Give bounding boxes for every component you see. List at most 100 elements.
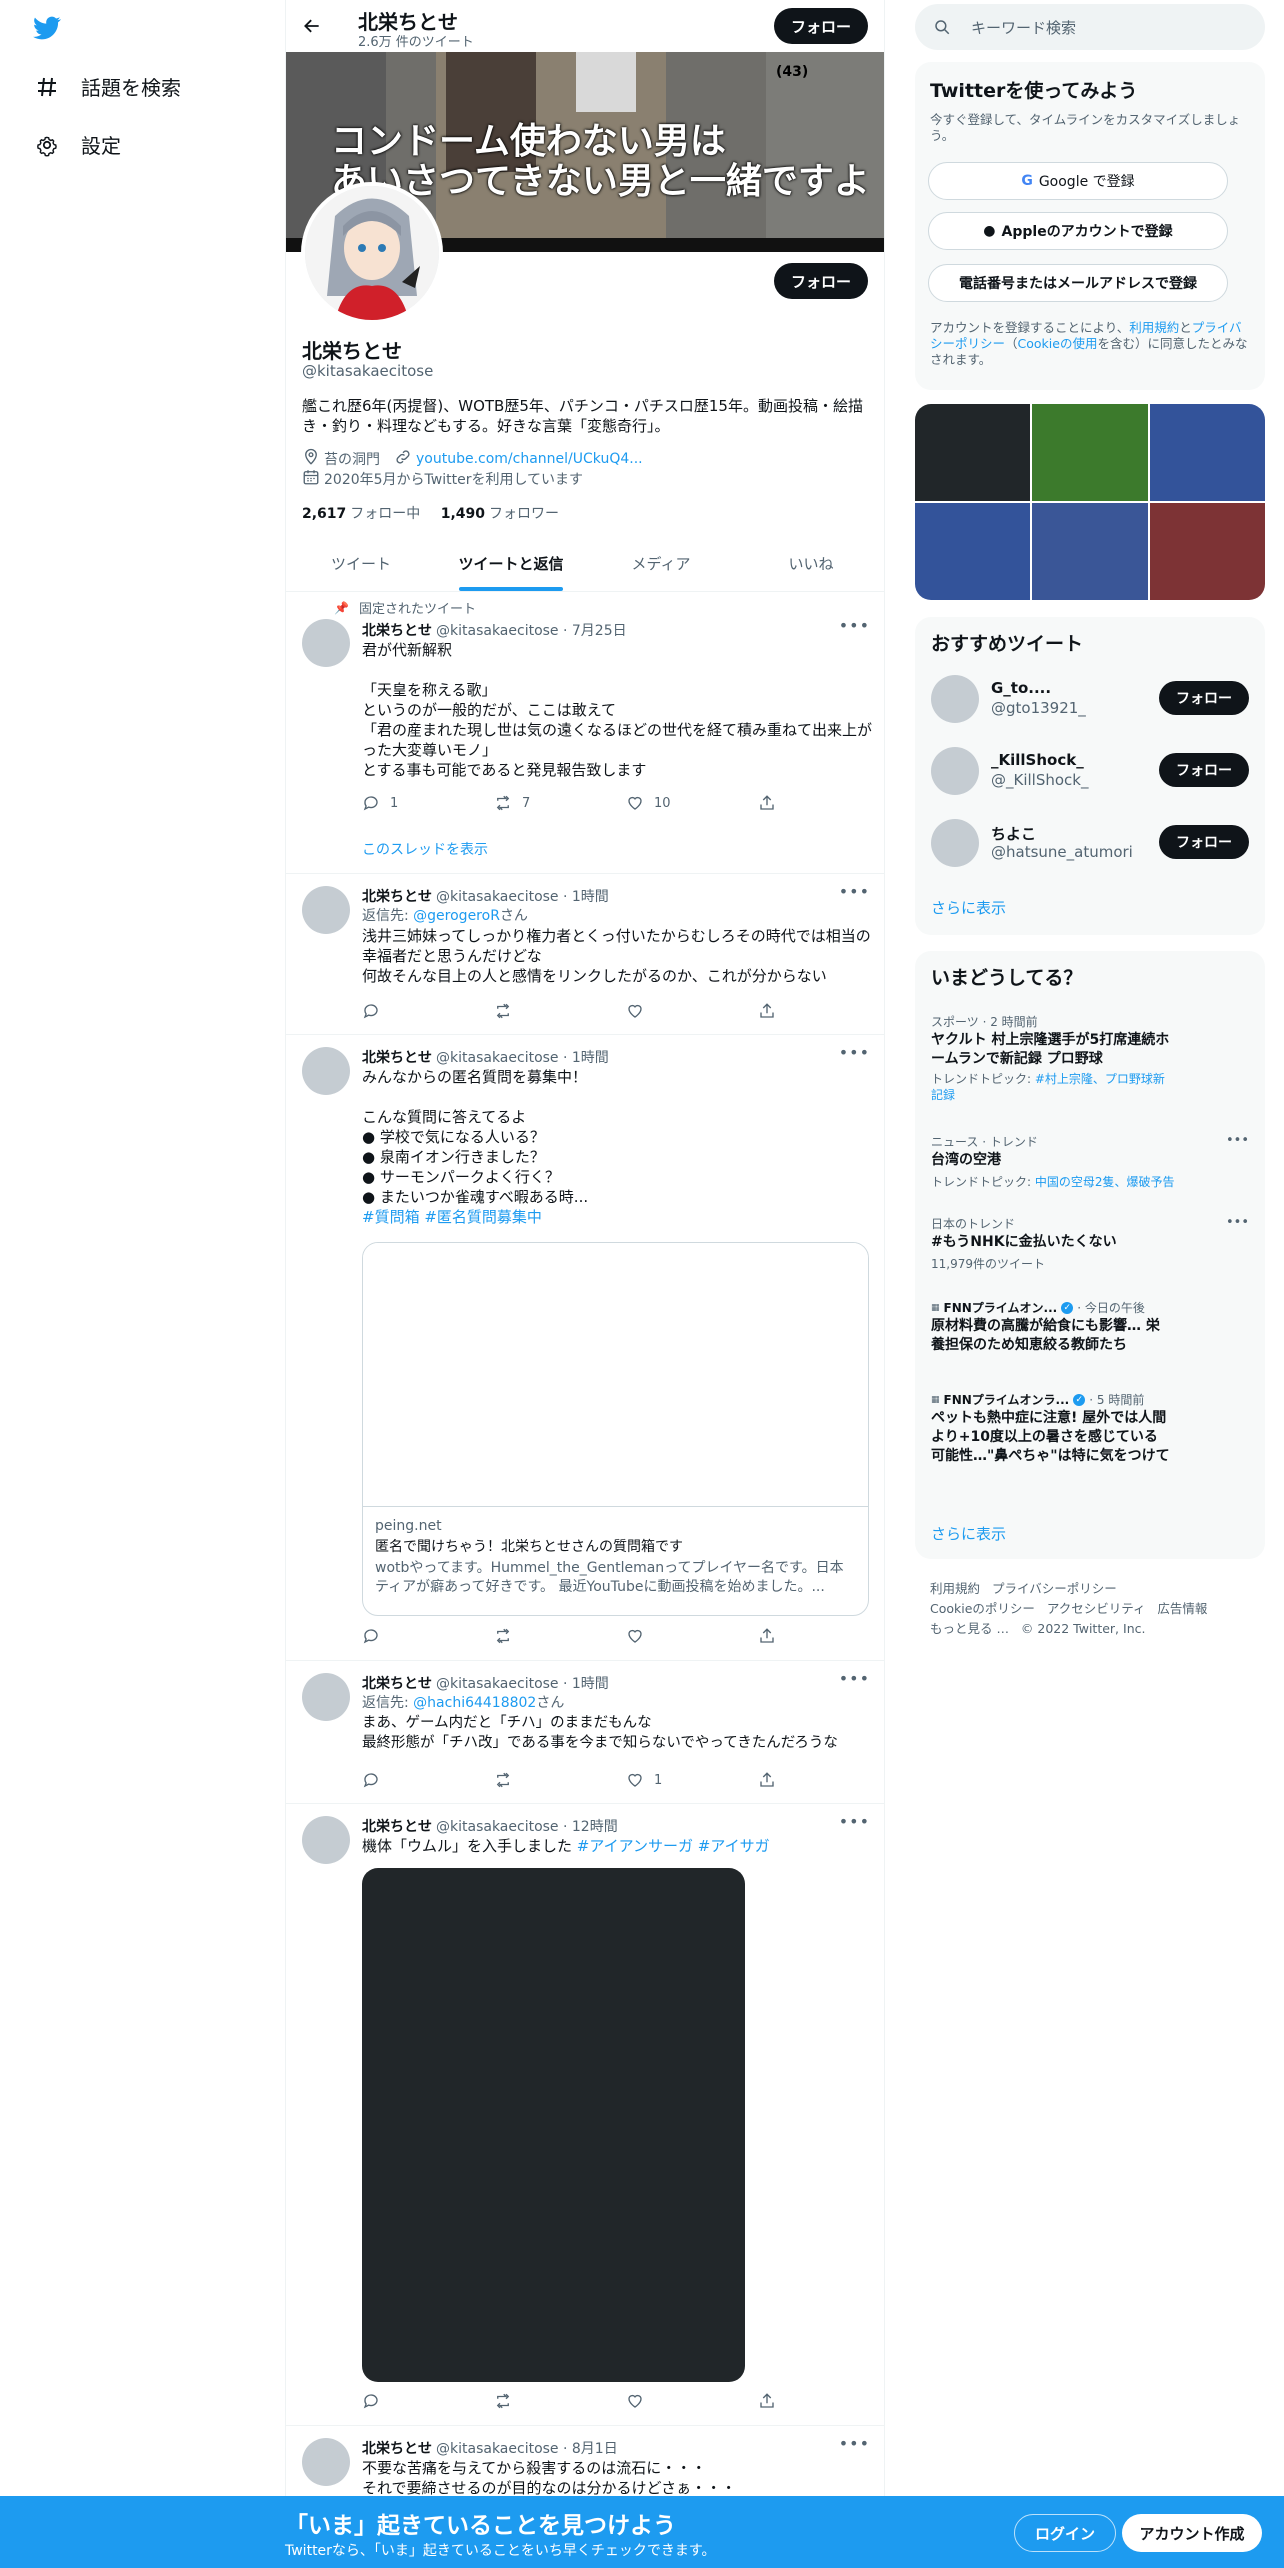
tweet-author-name[interactable]: 北栄ちとせ [362, 889, 432, 905]
share-button[interactable] [758, 1002, 776, 1020]
footer-link[interactable]: 広告情報 [1157, 1601, 1207, 1616]
recommended-user[interactable]: G_to.... @gto13921_ フォロー [915, 675, 1265, 745]
tweet-media-image[interactable] [362, 1868, 745, 2382]
link-card[interactable]: peing.net 匿名で聞けちゃう！北栄ちとせさんの質問箱です wotbやって… [362, 1242, 869, 1616]
media-thumbnail[interactable] [1149, 404, 1265, 501]
footer-link[interactable]: アクセシビリティ [1047, 1601, 1146, 1616]
footer-link[interactable]: もっと見る … [930, 1621, 1009, 1636]
terms-link[interactable]: 利用規約 [1129, 320, 1179, 335]
like-button[interactable]: 10 [626, 794, 671, 812]
tweet-reply-1[interactable]: 北栄ちとせ @kitasakaecitose · 1時間 ••• 返信先: @ge… [286, 874, 884, 1035]
news-item[interactable]: ▦ FNNプライムオン... ✓ · 今日の午後 原材料費の高騰が給食にも影響… 栄養… [915, 1295, 1265, 1375]
share-button[interactable] [758, 2392, 776, 2410]
tweet-time[interactable]: · 1時間 [563, 1676, 609, 1692]
more-icon[interactable]: ••• [839, 616, 870, 635]
media-thumbnail[interactable] [1032, 503, 1148, 600]
footer-link[interactable]: Cookieのポリシー [930, 1601, 1035, 1616]
avatar[interactable] [302, 619, 350, 667]
footer-link[interactable]: プライバシーポリシー [992, 1581, 1117, 1596]
more-icon[interactable]: ••• [1226, 1215, 1249, 1230]
followers-link[interactable]: 1,490 フォロワー [441, 506, 559, 522]
share-button[interactable] [758, 794, 776, 812]
avatar[interactable] [302, 1047, 350, 1095]
retweet-button[interactable] [494, 1771, 512, 1789]
tweet-author-name[interactable]: 北栄ちとせ [362, 623, 432, 639]
tweet-time[interactable]: · 12時間 [563, 1819, 618, 1835]
tweet-time[interactable]: · 1時間 [563, 1050, 609, 1066]
reply-button[interactable]: 1 [362, 794, 398, 812]
follow-button[interactable]: フォロー [1159, 753, 1249, 787]
trend-item[interactable]: 日本のトレンド #もうNHKに金払いたくない 11,979件のツイート ••• [915, 1211, 1265, 1281]
tweet-author-name[interactable]: 北栄ちとせ [362, 1819, 432, 1835]
tweet-question-box[interactable]: 北栄ちとせ @kitasakaecitose · 1時間 ••• みんなからの匿名… [286, 1035, 884, 1661]
search-input[interactable]: キーワード検索 [915, 4, 1265, 50]
avatar[interactable] [302, 1816, 350, 1864]
tweet-time[interactable]: · 8月1日 [563, 2441, 618, 2457]
tab-tweets-and-replies[interactable]: ツイートと返信 [436, 535, 586, 591]
tab-likes[interactable]: いいね [736, 535, 884, 591]
back-arrow-icon[interactable] [296, 10, 328, 42]
avatar[interactable] [302, 1673, 350, 1721]
more-icon[interactable]: ••• [839, 2434, 870, 2453]
recommended-show-more[interactable]: さらに表示 [931, 897, 1006, 918]
tweet-media[interactable]: 北栄ちとせ @kitasakaecitose · 12時間 ••• 機体「ウムル」… [286, 1804, 884, 2426]
more-icon[interactable]: ••• [1226, 1133, 1249, 1148]
media-thumbnail[interactable] [915, 404, 1031, 501]
profile-avatar[interactable] [301, 182, 443, 324]
signup-button[interactable]: アカウント作成 [1122, 2514, 1262, 2552]
like-button[interactable] [626, 1627, 644, 1645]
media-thumbnail[interactable] [1149, 503, 1265, 600]
nav-settings[interactable]: 設定 [33, 130, 121, 159]
tweet-author-name[interactable]: 北栄ちとせ [362, 1050, 432, 1066]
retweet-button[interactable] [494, 1002, 512, 1020]
profile-url-link[interactable]: youtube.com/channel/UCkuQ4... [416, 451, 643, 467]
recommended-user[interactable]: _KillShock_ @_KillShock_ フォロー [915, 747, 1265, 817]
twitter-bird-icon[interactable] [30, 14, 66, 42]
avatar[interactable] [302, 886, 350, 934]
follow-button[interactable]: フォロー [1159, 681, 1249, 715]
like-button[interactable] [626, 1002, 644, 1020]
tweet-author-name[interactable]: 北栄ちとせ [362, 2441, 432, 2457]
like-button[interactable] [626, 2392, 644, 2410]
follow-button[interactable]: フォロー [1159, 825, 1249, 859]
cookie-link[interactable]: Cookieの使用 [1018, 336, 1098, 351]
share-button[interactable] [758, 1627, 776, 1645]
more-icon[interactable]: ••• [839, 882, 870, 901]
apple-signup-button[interactable]: ● Appleのアカウントで登録 [928, 212, 1228, 250]
profile-follow-button[interactable]: フォロー [774, 263, 868, 299]
retweet-button[interactable]: 7 [494, 794, 530, 812]
show-thread-link[interactable]: このスレッドを表示 [362, 839, 488, 859]
tweet-author-name[interactable]: 北栄ちとせ [362, 1676, 432, 1692]
hashtag-links[interactable]: #質問箱 #匿名質問募集中 [362, 1208, 542, 1226]
more-icon[interactable]: ••• [839, 1043, 870, 1062]
tweet-time[interactable]: · 1時間 [563, 889, 609, 905]
trend-item[interactable]: ニュース · トレンド 台湾の空港 トレンドトピック: 中国の空母2隻、爆破予告… [915, 1129, 1265, 1199]
reply-button[interactable] [362, 1002, 380, 1020]
trends-show-more[interactable]: さらに表示 [931, 1523, 1006, 1544]
tab-media[interactable]: メディア [586, 535, 736, 591]
tab-tweets[interactable]: ツイート [286, 535, 436, 591]
header-follow-button[interactable]: フォロー [774, 8, 868, 44]
reply-button[interactable] [362, 2392, 380, 2410]
login-button[interactable]: ログイン [1014, 2514, 1116, 2552]
footer-link[interactable]: 利用規約 [930, 1581, 980, 1596]
reply-to-user-link[interactable]: @hachi64418802 [413, 1695, 536, 1711]
retweet-button[interactable] [494, 1627, 512, 1645]
media-thumbnail[interactable] [915, 503, 1031, 600]
retweet-button[interactable] [494, 2392, 512, 2410]
more-icon[interactable]: ••• [839, 1812, 870, 1831]
reply-to-user-link[interactable]: @gerogeroR [413, 908, 500, 924]
tweet-time[interactable]: · 7月25日 [563, 623, 627, 639]
reply-button[interactable] [362, 1627, 380, 1645]
share-button[interactable] [758, 1771, 776, 1789]
tweet-pinned[interactable]: 📌 固定されたツイート 北栄ちとせ @kitasakaecitose · 7月25… [286, 592, 884, 874]
hashtag-links[interactable]: #アイアンサーガ #アイサガ [577, 1837, 770, 1855]
tweet-reply-2[interactable]: 北栄ちとせ @kitasakaecitose · 1時間 ••• 返信先: @ha… [286, 1661, 884, 1804]
trend-sub-links[interactable]: 中国の空母2隻、爆破予告 [1035, 1175, 1175, 1189]
nav-explore[interactable]: 話題を検索 [33, 72, 181, 101]
google-signup-button[interactable]: G Google で登録 [928, 162, 1228, 200]
reply-button[interactable] [362, 1771, 380, 1789]
media-thumbnail[interactable] [1032, 404, 1148, 501]
following-link[interactable]: 2,617 フォロー中 [302, 506, 420, 522]
more-icon[interactable]: ••• [839, 1669, 870, 1688]
